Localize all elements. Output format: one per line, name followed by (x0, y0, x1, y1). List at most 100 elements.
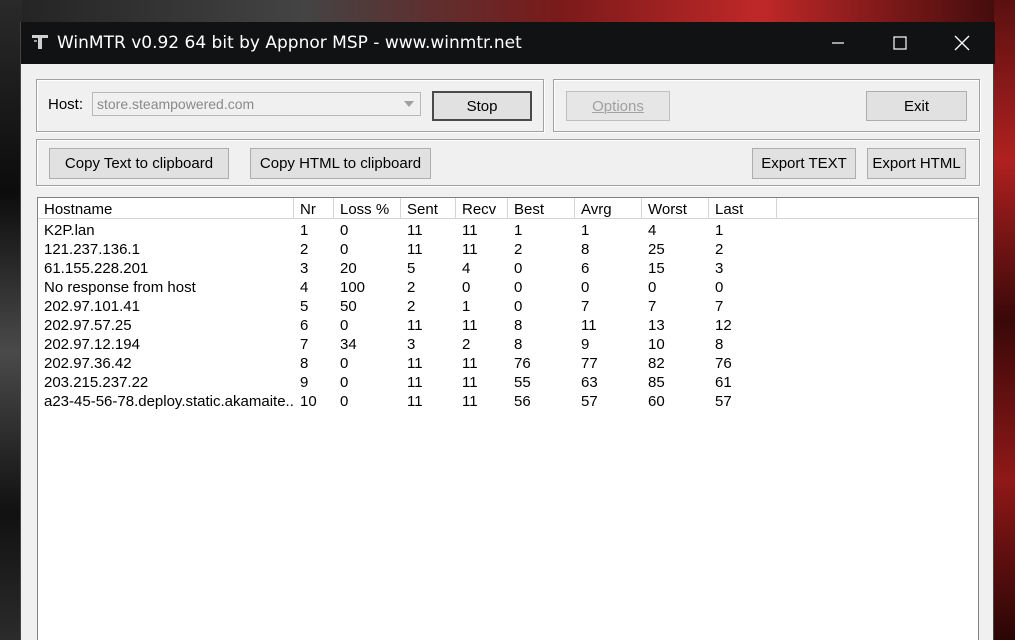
cell-loss: 100 (340, 279, 366, 296)
cell-recv: 2 (462, 336, 471, 353)
cell-worst: 60 (648, 393, 665, 410)
copy-text-label: Copy Text to clipboard (64, 155, 214, 172)
cell-best: 55 (514, 374, 531, 391)
cell-last: 1 (715, 222, 724, 239)
close-button[interactable] (931, 22, 993, 64)
table-row[interactable]: 202.97.57.25 6 0 11 11 8 11 13 12 (38, 316, 798, 335)
cell-last: 12 (715, 317, 732, 334)
results-table[interactable]: Hostname Nr Loss % Sent Recv Best Avrg W… (37, 197, 979, 640)
cell-loss: 0 (340, 317, 349, 334)
column-header-worst[interactable]: Worst (642, 198, 709, 219)
cell-best: 0 (514, 279, 523, 296)
cell-hostname: 202.97.12.194 (44, 336, 140, 353)
table-header: Hostname Nr Loss % Sent Recv Best Avrg W… (38, 198, 978, 219)
cell-nr: 1 (300, 222, 309, 239)
cell-hostname: 202.97.57.25 (44, 317, 132, 334)
cell-sent: 11 (407, 355, 423, 372)
window-title: WinMTR v0.92 64 bit by Appnor MSP - www.… (57, 33, 522, 53)
export-html-button[interactable]: Export HTML (867, 148, 966, 179)
cell-loss: 0 (340, 393, 349, 410)
cell-last: 76 (715, 355, 732, 372)
chevron-down-icon[interactable] (399, 94, 419, 114)
cell-hostname: 203.215.237.22 (44, 374, 149, 391)
host-label: Host: (48, 96, 84, 113)
column-header-best[interactable]: Best (508, 198, 575, 219)
close-icon (954, 35, 970, 51)
cell-last: 7 (715, 298, 724, 315)
minimize-icon (832, 42, 844, 44)
cell-worst: 0 (648, 279, 657, 296)
cell-avrg: 6 (581, 260, 590, 277)
cell-nr: 5 (300, 298, 309, 315)
table-row[interactable]: 203.215.237.22 9 0 11 11 55 63 85 61 (38, 373, 798, 392)
column-header-hostname[interactable]: Hostname (38, 198, 294, 219)
cell-loss: 0 (340, 355, 349, 372)
table-row[interactable]: 202.97.101.41 5 50 2 1 0 7 7 7 (38, 297, 798, 316)
copy-text-button[interactable]: Copy Text to clipboard (49, 148, 229, 179)
maximize-icon (893, 36, 907, 50)
cell-recv: 4 (462, 260, 471, 277)
cell-avrg: 7 (581, 298, 590, 315)
export-html-label: Export HTML (872, 155, 961, 172)
cell-best: 76 (514, 355, 531, 372)
table-row[interactable]: 202.97.12.194 7 34 3 2 8 9 10 8 (38, 335, 798, 354)
cell-recv: 11 (462, 241, 478, 258)
cell-best: 1 (514, 222, 523, 239)
table-row[interactable]: a23-45-56-78.deploy.static.akamaite... 10… (38, 392, 798, 411)
table-row[interactable]: 121.237.136.1 2 0 11 11 2 8 25 2 (38, 240, 798, 259)
table-row[interactable]: 61.155.228.201 3 20 5 4 0 6 15 3 (38, 259, 798, 278)
cell-recv: 11 (462, 374, 478, 391)
exit-button[interactable]: Exit (866, 91, 967, 121)
options-label: Options (592, 97, 644, 115)
cell-hostname: a23-45-56-78.deploy.static.akamaite... (44, 393, 294, 410)
column-header-sent[interactable]: Sent (401, 198, 456, 219)
stop-label: Stop (466, 97, 498, 115)
column-header-nr[interactable]: Nr (294, 198, 334, 219)
cell-avrg: 9 (581, 336, 590, 353)
table-row[interactable]: 202.97.36.42 8 0 11 11 76 77 82 76 (38, 354, 798, 373)
maximize-button[interactable] (869, 22, 931, 64)
column-header-recv[interactable]: Recv (456, 198, 508, 219)
cell-worst: 82 (648, 355, 665, 372)
options-button[interactable]: Options (566, 91, 670, 121)
cell-avrg: 8 (581, 241, 590, 258)
cell-sent: 11 (407, 241, 423, 258)
cell-loss: 0 (340, 241, 349, 258)
cell-last: 61 (715, 374, 732, 391)
cell-sent: 3 (407, 336, 416, 353)
cell-last: 8 (715, 336, 724, 353)
title-bar[interactable]: WinMTR v0.92 64 bit by Appnor MSP - www.… (21, 22, 995, 64)
cell-nr: 2 (300, 241, 309, 258)
exit-label: Exit (903, 97, 929, 115)
cell-sent: 5 (407, 260, 416, 277)
table-row[interactable]: K2P.lan 1 0 11 11 1 1 4 1 (38, 221, 798, 240)
column-header-loss[interactable]: Loss % (334, 198, 401, 219)
cell-hostname: K2P.lan (44, 222, 95, 239)
cell-nr: 9 (300, 374, 309, 391)
column-header-avrg[interactable]: Avrg (575, 198, 642, 219)
cell-best: 2 (514, 241, 523, 258)
cell-recv: 0 (462, 279, 471, 296)
table-row[interactable]: No response from host 4 100 2 0 0 0 0 0 (38, 278, 798, 297)
cell-nr: 8 (300, 355, 309, 372)
cell-best: 56 (514, 393, 531, 410)
cell-nr: 3 (300, 260, 309, 277)
cell-worst: 25 (648, 241, 665, 258)
winmtr-window: WinMTR v0.92 64 bit by Appnor MSP - www.… (20, 22, 995, 640)
cell-worst: 15 (648, 260, 665, 277)
cell-sent: 11 (407, 374, 423, 391)
cell-sent: 2 (407, 279, 416, 296)
copy-html-button[interactable]: Copy HTML to clipboard (250, 148, 431, 179)
cell-last: 3 (715, 260, 724, 277)
column-header-last[interactable]: Last (709, 198, 777, 219)
cell-nr: 7 (300, 336, 309, 353)
export-text-button[interactable]: Export TEXT (752, 148, 856, 179)
cell-last: 2 (715, 241, 724, 258)
desktop-background (0, 0, 1015, 22)
stop-button[interactable]: Stop (432, 91, 532, 121)
minimize-button[interactable] (807, 22, 869, 64)
cell-recv: 11 (462, 222, 478, 239)
cell-loss: 0 (340, 374, 349, 391)
host-combobox[interactable]: store.steampowered.com (92, 92, 421, 116)
cell-loss: 50 (340, 298, 357, 315)
